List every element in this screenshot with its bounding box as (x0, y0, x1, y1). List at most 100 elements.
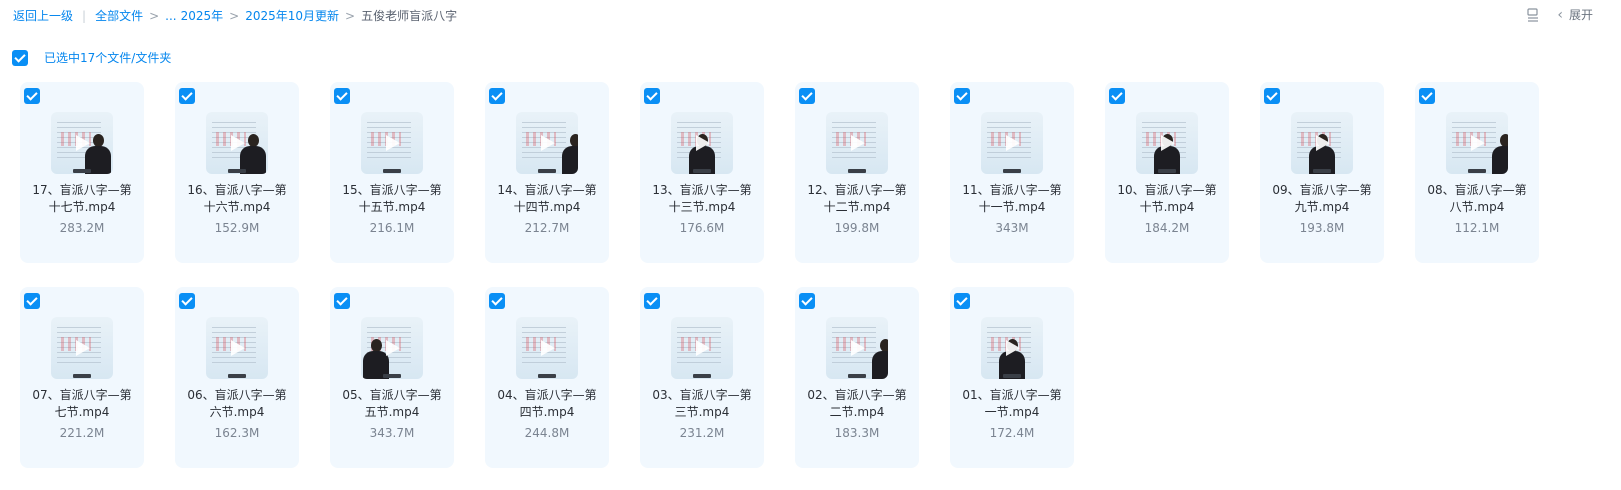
play-icon (541, 135, 555, 151)
video-thumbnail[interactable] (671, 112, 733, 174)
file-checkbox[interactable] (334, 88, 350, 104)
video-caption-bar (1003, 169, 1021, 173)
video-thumbnail[interactable] (361, 112, 423, 174)
file-name-line2: 三节.mp4 (674, 405, 730, 419)
file-name-line1: 04、盲派八字—第 (497, 388, 597, 402)
breadcrumb-month[interactable]: 2025年10月更新 (245, 7, 339, 25)
file-name: 06、盲派八字—第 六节.mp4 (179, 387, 295, 421)
breadcrumb-year[interactable]: 2025年 (181, 7, 224, 25)
file-size: 343M (995, 221, 1029, 235)
file-card[interactable]: 11、盲派八字—第 十一节.mp4 343M (950, 82, 1074, 263)
file-card[interactable]: 13、盲派八字—第 十三节.mp4 176.6M (640, 82, 764, 263)
video-caption-bar (538, 169, 556, 173)
file-name-line2: 十二节.mp4 (823, 200, 891, 214)
file-card[interactable]: 04、盲派八字—第 四节.mp4 244.8M (485, 287, 609, 468)
expand-button[interactable]: ‹ 展开 (1557, 6, 1593, 23)
video-thumbnail[interactable] (361, 317, 423, 379)
video-caption-bar (228, 169, 246, 173)
video-thumbnail[interactable] (516, 317, 578, 379)
file-card[interactable]: 02、盲派八字—第 二节.mp4 183.3M (795, 287, 919, 468)
file-card[interactable]: 14、盲派八字—第 十四节.mp4 212.7M (485, 82, 609, 263)
file-size: 162.3M (214, 426, 260, 440)
file-checkbox[interactable] (489, 293, 505, 309)
file-checkbox[interactable] (954, 88, 970, 104)
file-card[interactable]: 12、盲派八字—第 十二节.mp4 199.8M (795, 82, 919, 263)
video-caption-bar (693, 169, 711, 173)
video-thumbnail[interactable] (206, 317, 268, 379)
video-caption-bar (848, 374, 866, 378)
play-icon (1471, 135, 1485, 151)
file-name-line1: 17、盲派八字—第 (32, 183, 132, 197)
play-icon (1316, 135, 1330, 151)
video-caption-bar (1003, 374, 1021, 378)
video-thumbnail[interactable] (516, 112, 578, 174)
divider: | (82, 9, 87, 23)
file-checkbox[interactable] (179, 293, 195, 309)
file-card[interactable]: 15、盲派八字—第 十五节.mp4 216.1M (330, 82, 454, 263)
breadcrumb-ellipsis[interactable]: ... (165, 7, 176, 25)
file-card[interactable]: 10、盲派八字—第 十节.mp4 184.2M (1105, 82, 1229, 263)
file-card[interactable]: 07、盲派八字—第 七节.mp4 221.2M (20, 287, 144, 468)
file-name: 12、盲派八字—第 十二节.mp4 (799, 182, 915, 216)
file-name: 15、盲派八字—第 十五节.mp4 (334, 182, 450, 216)
video-thumbnail[interactable] (51, 317, 113, 379)
file-name-line1: 07、盲派八字—第 (32, 388, 132, 402)
file-card[interactable]: 09、盲派八字—第 九节.mp4 193.8M (1260, 82, 1384, 263)
play-icon (696, 135, 710, 151)
video-caption-bar (383, 374, 401, 378)
breadcrumb-all-files[interactable]: 全部文件 (95, 7, 143, 25)
file-name-line2: 九节.mp4 (1294, 200, 1350, 214)
file-name: 03、盲派八字—第 三节.mp4 (644, 387, 760, 421)
file-size: 283.2M (59, 221, 105, 235)
video-thumbnail[interactable] (826, 112, 888, 174)
video-thumbnail[interactable] (1136, 112, 1198, 174)
file-name: 07、盲派八字—第 七节.mp4 (24, 387, 140, 421)
file-checkbox[interactable] (24, 88, 40, 104)
video-thumbnail[interactable] (981, 112, 1043, 174)
play-icon (76, 135, 90, 151)
video-thumbnail[interactable] (981, 317, 1043, 379)
file-checkbox[interactable] (954, 293, 970, 309)
file-checkbox[interactable] (334, 293, 350, 309)
file-checkbox[interactable] (799, 88, 815, 104)
file-name-line2: 八节.mp4 (1449, 200, 1505, 214)
file-checkbox[interactable] (24, 293, 40, 309)
file-name-line1: 12、盲派八字—第 (807, 183, 907, 197)
file-name-line2: 一节.mp4 (984, 405, 1040, 419)
file-card[interactable]: 08、盲派八字—第 八节.mp4 112.1M (1415, 82, 1539, 263)
file-name: 11、盲派八字—第 十一节.mp4 (954, 182, 1070, 216)
video-thumbnail[interactable] (206, 112, 268, 174)
file-checkbox[interactable] (644, 88, 660, 104)
back-link[interactable]: 返回上一级 (13, 7, 73, 25)
file-name-line2: 五节.mp4 (364, 405, 420, 419)
video-thumbnail[interactable] (1291, 112, 1353, 174)
video-thumbnail[interactable] (826, 317, 888, 379)
file-checkbox[interactable] (1419, 88, 1435, 104)
file-name: 04、盲派八字—第 四节.mp4 (489, 387, 605, 421)
video-caption-bar (73, 374, 91, 378)
video-thumbnail[interactable] (1446, 112, 1508, 174)
file-checkbox[interactable] (1264, 88, 1280, 104)
play-icon (1161, 135, 1175, 151)
file-card[interactable]: 05、盲派八字—第 五节.mp4 343.7M (330, 287, 454, 468)
select-all-checkbox[interactable] (12, 49, 28, 66)
video-thumbnail[interactable] (671, 317, 733, 379)
file-card[interactable]: 17、盲派八字—第 十七节.mp4 283.2M (20, 82, 144, 263)
top-bar: 返回上一级 | 全部文件 > ... 2025年 > 2025年10月更新 > … (0, 0, 1621, 32)
file-checkbox[interactable] (489, 88, 505, 104)
file-checkbox[interactable] (644, 293, 660, 309)
breadcrumb-separator: > (345, 9, 356, 23)
video-thumbnail[interactable] (51, 112, 113, 174)
file-card[interactable]: 06、盲派八字—第 六节.mp4 162.3M (175, 287, 299, 468)
file-card[interactable]: 16、盲派八字—第 十六节.mp4 152.9M (175, 82, 299, 263)
file-name-line2: 十一节.mp4 (978, 200, 1046, 214)
list-view-icon[interactable] (1525, 7, 1541, 23)
file-size: 343.7M (369, 426, 415, 440)
file-checkbox[interactable] (1109, 88, 1125, 104)
file-checkbox[interactable] (799, 293, 815, 309)
file-checkbox[interactable] (179, 88, 195, 104)
presenter-body (1492, 146, 1508, 174)
file-card[interactable]: 01、盲派八字—第 一节.mp4 172.4M (950, 287, 1074, 468)
file-card[interactable]: 03、盲派八字—第 三节.mp4 231.2M (640, 287, 764, 468)
file-name-line2: 二节.mp4 (829, 405, 885, 419)
